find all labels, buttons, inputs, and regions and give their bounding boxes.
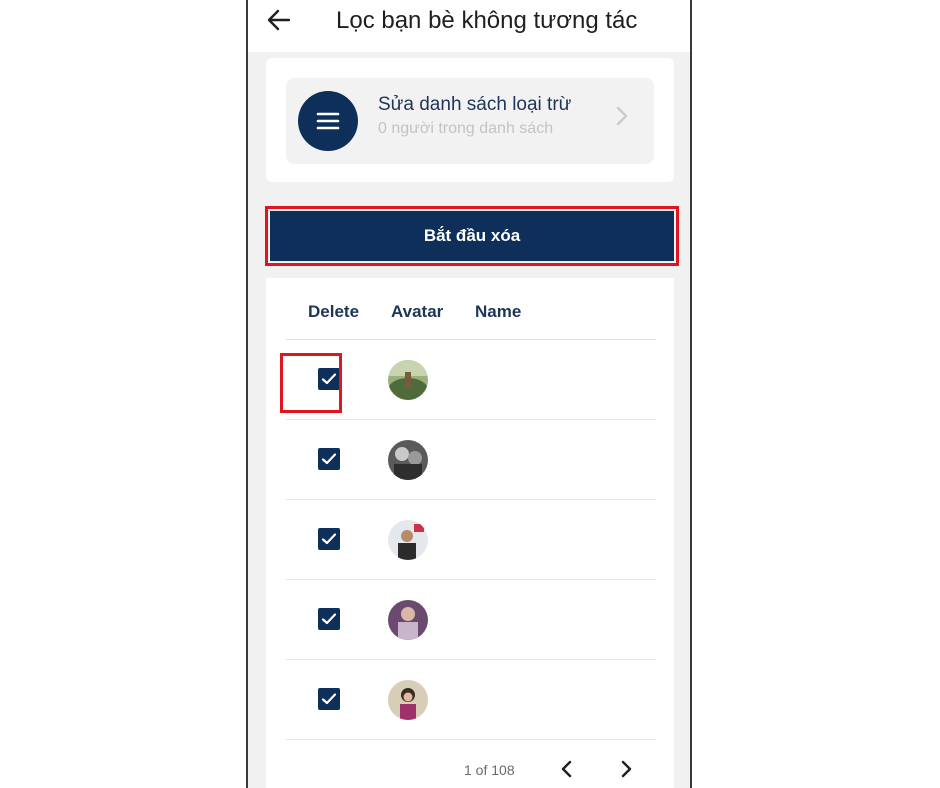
chevron-right-icon[interactable] — [617, 759, 635, 779]
avatar — [388, 680, 428, 720]
delete-checkbox[interactable] — [318, 528, 340, 550]
exclusion-card: Sửa danh sách loại trừ 0 người trong dan… — [266, 58, 674, 182]
chevron-left-icon[interactable] — [558, 759, 576, 779]
table-row — [286, 580, 656, 660]
exclusion-title: Sửa danh sách loại trừ — [378, 94, 572, 115]
avatar — [388, 600, 428, 640]
pagination-label: 1 of 108 — [464, 762, 515, 778]
highlight-box-checkbox — [280, 353, 342, 413]
delete-checkbox[interactable] — [318, 608, 340, 630]
column-header-delete: Delete — [308, 302, 360, 321]
page-title: Lọc bạn bè không tương tác — [336, 7, 638, 34]
avatar — [388, 520, 428, 560]
exclusion-count: 0 người trong danh sách — [378, 120, 554, 137]
arrow-left-icon[interactable] — [266, 7, 292, 33]
delete-checkbox[interactable] — [318, 688, 340, 710]
table-row — [286, 660, 656, 740]
phone-screen: Lọc bạn bè không tương tác Sửa danh sách… — [246, 0, 692, 788]
app-bar: Lọc bạn bè không tương tác — [248, 0, 690, 52]
column-header-avatar: Avatar — [391, 302, 444, 321]
avatar — [388, 440, 428, 480]
content-area: Sửa danh sách loại trừ 0 người trong dan… — [248, 52, 690, 788]
start-delete-button[interactable]: Bắt đầu xóa — [270, 211, 674, 261]
avatar — [388, 360, 428, 400]
row-divider — [286, 739, 656, 740]
menu-icon — [298, 91, 358, 151]
exclusion-list-item[interactable]: Sửa danh sách loại trừ 0 người trong dan… — [286, 78, 654, 164]
delete-checkbox[interactable] — [318, 448, 340, 470]
chevron-right-icon — [614, 102, 630, 130]
table-row — [286, 420, 656, 500]
column-header-name: Name — [475, 302, 522, 321]
table-row — [286, 500, 656, 580]
